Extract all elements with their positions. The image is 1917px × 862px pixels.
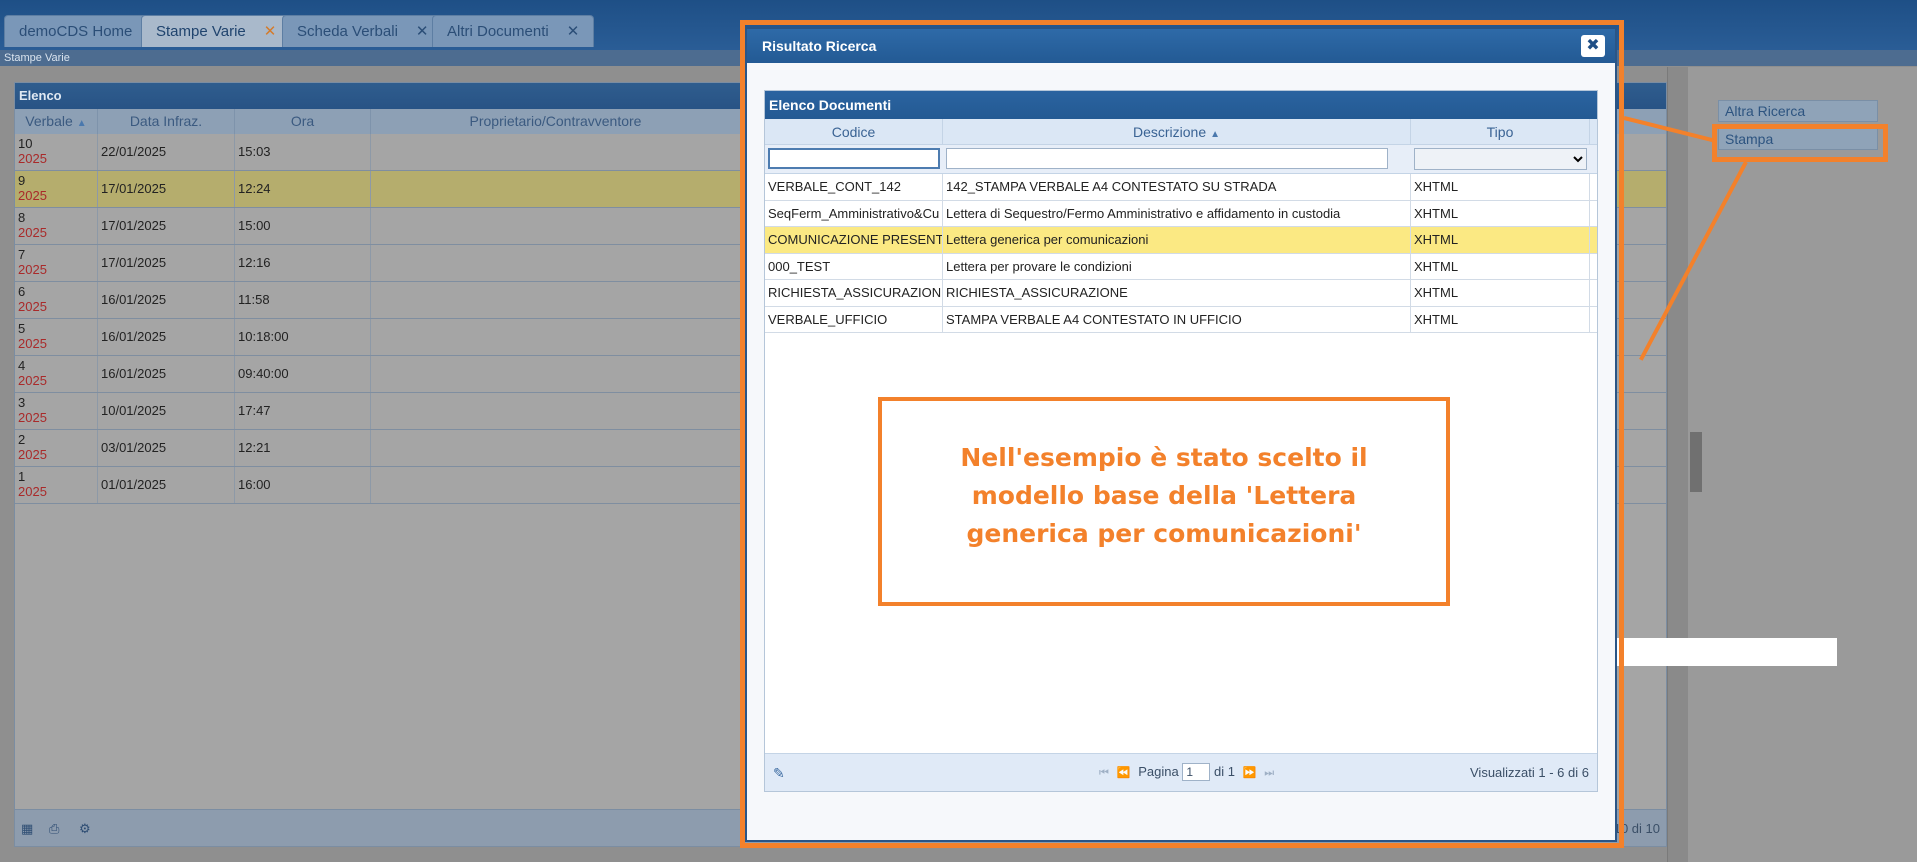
sidebar-splitter: [1667, 67, 1688, 862]
time-cell: 16:00: [235, 467, 371, 503]
owner-cell: [371, 467, 741, 503]
time-cell: 11:58: [235, 282, 371, 318]
column-header-ora[interactable]: Ora: [235, 109, 371, 134]
date-cell: 03/01/2025: [98, 430, 235, 466]
time-cell: 12:16: [235, 245, 371, 281]
owner-cell: [371, 134, 741, 170]
tab-democds-home[interactable]: demoCDS Home: [4, 15, 148, 47]
tab-stampe-varie[interactable]: Stampe Varie ✕: [141, 15, 292, 47]
tab-label: demoCDS Home: [19, 23, 133, 40]
export-icon[interactable]: ▦: [21, 821, 35, 836]
altra-ricerca-button[interactable]: Altra Ricerca: [1718, 100, 1878, 122]
date-cell: 01/01/2025: [98, 467, 235, 503]
column-header-data[interactable]: Data Infraz.: [98, 109, 235, 134]
tab-scheda-verbali[interactable]: Scheda Verbali ✕: [282, 15, 444, 47]
verbale-cell: 9 2025: [15, 171, 98, 207]
verbale-cell: 3 2025: [15, 393, 98, 429]
tab-label: Stampe Varie: [156, 23, 246, 40]
verbale-cell: 10 2025: [15, 134, 98, 170]
column-header-verbale[interactable]: Verbale ▲: [15, 109, 98, 134]
annotation-callout: Nell'esempio è stato scelto il modello b…: [878, 397, 1450, 606]
owner-cell: [371, 245, 741, 281]
print-icon[interactable]: ⎙: [49, 821, 63, 836]
time-cell: 12:24: [235, 171, 371, 207]
time-cell: 09:40:00: [235, 356, 371, 392]
gear-icon[interactable]: ⚙: [79, 821, 93, 836]
tab-label: Scheda Verbali: [297, 23, 398, 40]
date-cell: 17/01/2025: [98, 208, 235, 244]
date-cell: 17/01/2025: [98, 245, 235, 281]
owner-cell: [371, 171, 741, 207]
verbale-cell: 6 2025: [15, 282, 98, 318]
verbale-cell: 2 2025: [15, 430, 98, 466]
time-cell: 15:00: [235, 208, 371, 244]
date-cell: 22/01/2025: [98, 134, 235, 170]
owner-cell: [371, 282, 741, 318]
date-cell: 16/01/2025: [98, 356, 235, 392]
owner-cell: [371, 393, 741, 429]
verbale-cell: 1 2025: [15, 467, 98, 503]
tab-altri-documenti[interactable]: Altri Documenti ✕: [432, 15, 595, 47]
owner-cell: [371, 356, 741, 392]
close-icon[interactable]: ✕: [567, 23, 580, 40]
date-cell: 10/01/2025: [98, 393, 235, 429]
time-cell: 15:03: [235, 134, 371, 170]
column-header-proprietario[interactable]: Proprietario/Contravventore: [371, 109, 741, 134]
date-cell: 16/01/2025: [98, 319, 235, 355]
owner-cell: [371, 430, 741, 466]
owner-cell: [371, 319, 741, 355]
stampa-highlight: [1712, 124, 1888, 162]
sort-icon: ▲: [76, 118, 87, 129]
annotation-text: Nell'esempio è stato scelto il modello b…: [960, 443, 1368, 548]
collapse-handle[interactable]: [1690, 432, 1702, 492]
verbale-cell: 7 2025: [15, 245, 98, 281]
time-cell: 10:18:00: [235, 319, 371, 355]
time-cell: 17:47: [235, 393, 371, 429]
owner-cell: [371, 208, 741, 244]
date-cell: 16/01/2025: [98, 282, 235, 318]
date-cell: 17/01/2025: [98, 171, 235, 207]
time-cell: 12:21: [235, 430, 371, 466]
verbale-cell: 8 2025: [15, 208, 98, 244]
close-icon[interactable]: ✕: [416, 23, 429, 40]
verbale-cell: 4 2025: [15, 356, 98, 392]
sidebar: [1688, 67, 1917, 862]
close-icon[interactable]: ✕: [264, 23, 277, 40]
tab-label: Altri Documenti: [447, 23, 549, 40]
verbale-cell: 5 2025: [15, 319, 98, 355]
